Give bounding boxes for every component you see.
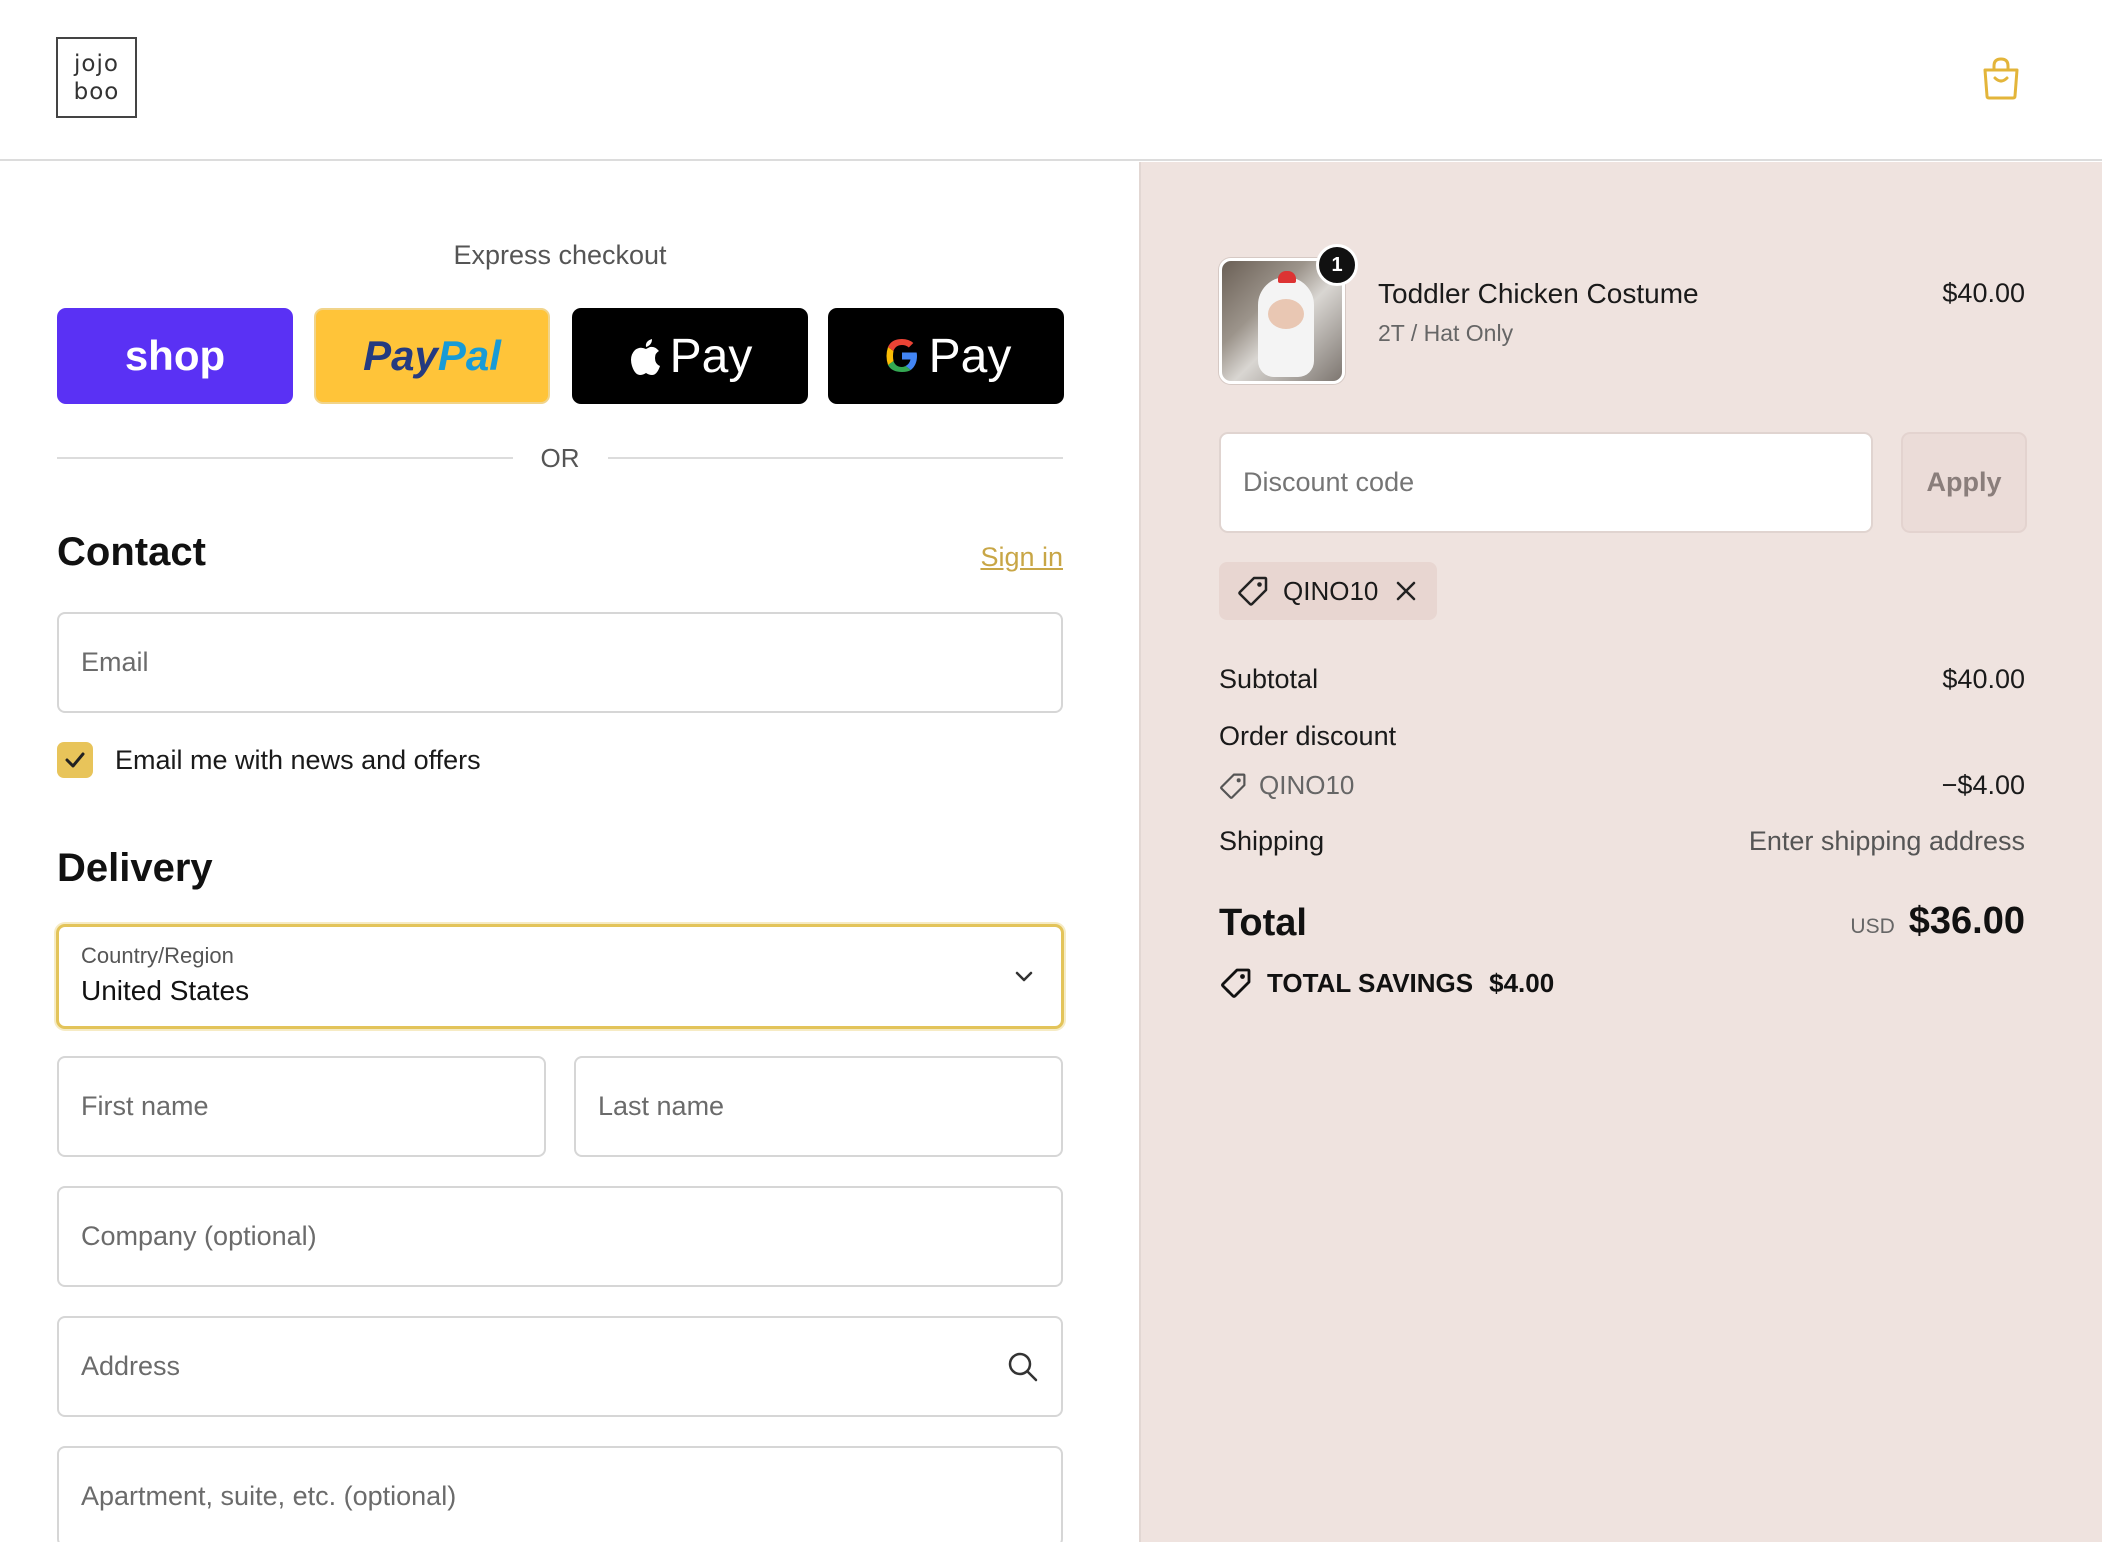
apple-pay-label: Pay: [669, 329, 753, 383]
or-divider: OR: [57, 438, 1063, 478]
country-region-label: Country/Region: [81, 943, 234, 968]
subtotal-value: $40.00: [1942, 664, 2025, 694]
paypal-label-pay: Pay: [363, 332, 438, 379]
thumbnail-face-shape: [1268, 299, 1304, 329]
quantity-badge: 1: [1316, 244, 1358, 286]
product-variant: 2T / Hat Only: [1378, 320, 1514, 346]
newsletter-label: Email me with news and offers: [115, 744, 481, 775]
subtotal-label: Subtotal: [1219, 664, 1319, 694]
first-name-field[interactable]: [57, 1056, 546, 1157]
google-pay-label: Pay: [928, 329, 1012, 383]
newsletter-option[interactable]: Email me with news and offers: [57, 742, 481, 778]
or-text: OR: [540, 442, 580, 473]
apartment-field[interactable]: [57, 1446, 1063, 1542]
checkout-form-column: Express checkout shop Pay Pal Pay Pay OR …: [0, 162, 1139, 1542]
close-icon: [1397, 581, 1416, 601]
discount-code-input[interactable]: [1221, 434, 1871, 531]
country-region-value: United States: [81, 975, 250, 1006]
apartment-input[interactable]: [59, 1448, 1061, 1542]
search-icon[interactable]: [1007, 1351, 1039, 1383]
total-amount: $36.00: [1908, 900, 2025, 942]
apply-discount-button[interactable]: Apply: [1901, 432, 2027, 533]
store-logo[interactable]: jojo boo: [56, 37, 137, 118]
discount-value: −$4.00: [1941, 770, 2025, 800]
logo-line-2: boo: [73, 78, 120, 105]
tag-icon: [1220, 773, 1246, 799]
shop-pay-button[interactable]: shop: [57, 308, 293, 404]
shipping-label: Shipping: [1219, 826, 1325, 856]
newsletter-checkbox[interactable]: [57, 742, 93, 778]
chevron-down-icon: [1015, 971, 1033, 982]
email-field[interactable]: [57, 612, 1063, 713]
apple-pay-button[interactable]: Pay: [572, 308, 808, 404]
total-label: Total: [1219, 902, 1307, 944]
discount-code-row: QINO10: [1219, 770, 1354, 801]
remove-discount-button[interactable]: [1394, 579, 1418, 603]
apple-icon: [630, 339, 660, 375]
company-field[interactable]: [57, 1186, 1063, 1287]
address-input[interactable]: [59, 1318, 1061, 1415]
first-name-input[interactable]: [59, 1058, 544, 1155]
google-pay-button[interactable]: Pay: [828, 308, 1064, 404]
address-field[interactable]: [57, 1316, 1063, 1417]
last-name-field[interactable]: [574, 1056, 1063, 1157]
total-savings-row: TOTAL SAVINGS $4.00: [1219, 966, 1554, 1000]
shipping-value: Enter shipping address: [1748, 826, 2025, 856]
discount-code-field[interactable]: [1219, 432, 1873, 533]
company-input[interactable]: [59, 1188, 1061, 1285]
site-header: jojo boo: [0, 0, 2102, 161]
discount-code-name: QINO10: [1259, 770, 1355, 800]
applied-discount-code: QINO10: [1283, 575, 1379, 606]
total-price: USD $36.00: [1850, 900, 2025, 943]
express-checkout-label: Express checkout: [453, 240, 667, 270]
total-currency: USD: [1850, 915, 1895, 938]
delivery-heading: Delivery: [57, 846, 213, 890]
order-discount-label: Order discount: [1219, 721, 1397, 751]
shop-pay-label: shop: [124, 332, 226, 379]
divider-line-left: [57, 457, 513, 459]
paypal-button[interactable]: Pay Pal: [314, 308, 550, 404]
divider-line-right: [607, 457, 1063, 459]
contact-heading: Contact: [57, 530, 206, 574]
last-name-input[interactable]: [576, 1058, 1061, 1155]
email-input[interactable]: [59, 614, 1061, 711]
order-summary-column: 1 Toddler Chicken Costume 2T / Hat Only …: [1139, 162, 2102, 1542]
product-name: Toddler Chicken Costume: [1378, 278, 1699, 309]
google-g-icon: [886, 339, 917, 372]
paypal-label-pal: Pal: [437, 332, 501, 379]
thumbnail-comb-shape: [1278, 271, 1296, 283]
total-savings-value: $4.00: [1489, 967, 1555, 998]
total-savings-label: TOTAL SAVINGS: [1267, 967, 1474, 998]
tag-icon: [1238, 576, 1268, 606]
checkmark-icon: [65, 752, 85, 768]
sign-in-link[interactable]: Sign in: [980, 542, 1063, 573]
logo-line-1: jojo: [74, 50, 119, 77]
product-price: $40.00: [1942, 278, 2025, 308]
applied-discount-chip: QINO10: [1219, 562, 1437, 620]
country-region-select[interactable]: Country/Region United States: [56, 924, 1064, 1029]
savings-tag-icon: [1221, 968, 1251, 998]
shopping-bag-icon[interactable]: [1980, 56, 2022, 100]
